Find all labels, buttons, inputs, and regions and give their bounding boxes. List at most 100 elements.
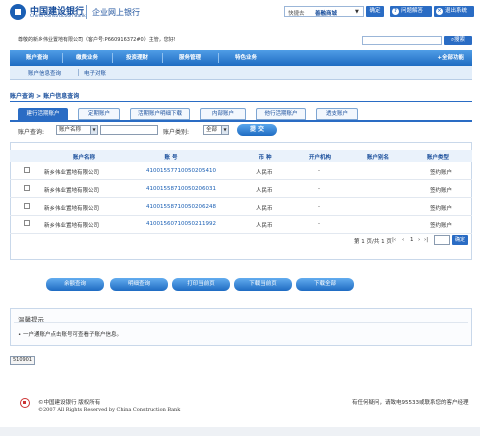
header: 中国建设银行 China Construction Bank 企业网上银行 快捷… [0,0,480,24]
tips-divider [14,322,468,323]
search-button[interactable]: ⌕搜索 [444,36,472,45]
help-icon: ? [392,8,399,15]
faq-button[interactable]: ? 问题解答 [390,6,432,17]
chevron-down-icon: ▼ [90,126,97,134]
row-branch: - [318,221,320,227]
logout-button[interactable]: × 退出系统 [434,6,474,17]
nav-divider [162,53,163,63]
chevron-down-icon: ▼ [221,126,228,134]
row-branch: - [318,168,320,174]
print-page-button[interactable]: 打印当前页 [172,278,230,291]
tab-current-detail-download[interactable]: 活期账户明细下载 [130,108,190,120]
logout-label: 退出系统 [445,8,468,14]
logout-icon: × [436,8,443,15]
row-account-name: 新乡伟业置地有限公司 [44,188,100,194]
pager-first[interactable]: |‹ [392,237,396,243]
pager-prev[interactable]: ‹ [402,237,404,243]
bank-name-en: China Construction Bank [30,14,86,19]
row-currency: 人民币 [256,223,273,229]
row-branch: - [318,186,320,192]
row-checkbox[interactable] [24,203,30,209]
breadcrumb-divider [10,101,472,102]
nav-item-service[interactable]: 服务管理 [166,50,214,66]
row-account-name: 新乡伟业置地有限公司 [44,206,100,212]
row-currency: 人民币 [256,188,273,194]
download-all-button[interactable]: 下载全部 [296,278,354,291]
ccb-footer-logo-icon [20,398,30,408]
page-code: 510901 [10,356,35,365]
detail-query-button[interactable]: 明细查询 [110,278,168,291]
subnav-item-account-info[interactable]: 账户信息查询 [28,69,61,77]
footer-contact: 有任何疑问，请致电95533或联系您的客户经理 [352,400,469,406]
row-type: 签约账户 [430,223,453,229]
col-header-account-name: 账户名称 [72,155,95,161]
breadcrumb: 账户查询 > 账户信息查询 [10,93,80,100]
pager-next[interactable]: › [418,237,420,243]
row-type: 签约账户 [430,206,453,212]
submit-button[interactable]: 提 交 [237,124,277,136]
page-number-input[interactable] [434,235,450,245]
nav-item-special[interactable]: 特色业务 [222,50,270,66]
sub-nav: 账户信息查询 电子对账 [10,66,472,80]
row-branch: - [318,204,320,210]
pager-last[interactable]: ›| [424,237,428,243]
account-type-select[interactable]: 全部 ▼ [203,125,229,135]
tab-internal[interactable]: 内部账户 [200,108,246,120]
shortcut-ok-button[interactable]: 确定 [366,6,384,17]
account-type-value: 全部 [206,127,218,133]
row-account-no-link[interactable]: 41001557710050205410 [146,168,216,174]
row-account-name: 新乡伟业置地有限公司 [44,170,100,176]
query-input[interactable] [100,125,158,135]
search-label: 搜索 [454,37,466,43]
col-header-currency: 币 种 [258,155,272,161]
tab-other-bank-current[interactable]: 他行活期账户 [256,108,306,120]
main-nav: 账户查询 缴费业务 投资理财 服务管理 特色业务 +全部功能 [10,50,472,66]
row-checkbox[interactable] [24,167,30,173]
welcome-text: 尊敬的新乡伟业置地有限公司（客户号:P660916372#0）主管，您好! [18,37,176,43]
col-header-alias: 账户别名 [366,155,389,161]
page-go-button[interactable]: 确定 [452,235,468,245]
row-type: 签约账户 [430,170,453,176]
query-label: 账户查询: [18,129,45,136]
query-type-value: 账户名称 [59,127,82,133]
pager-info: 第 1 页/共 1 页 [354,239,392,245]
download-page-button[interactable]: 下载当前页 [234,278,292,291]
balance-query-button[interactable]: 余额查询 [46,278,104,291]
all-functions-label: 全部功能 [441,55,464,61]
subnav-item-e-reconcile[interactable]: 电子对账 [84,69,106,77]
tab-ccb-current[interactable]: 建行活期账户 [18,108,68,120]
nav-divider [218,53,219,63]
shortcut-label: 快捷去 [288,11,305,17]
row-account-no-link[interactable]: 41001558710050206248 [146,204,216,210]
nav-item-payment[interactable]: 缴费业务 [66,50,108,66]
logo-divider [86,5,87,19]
tab-fixed[interactable]: 定期账户 [78,108,120,120]
footer-copyright: ©2007 All Rights Reserved by China Const… [38,407,181,413]
faq-label: 问题解答 [401,8,424,14]
row-type: 签约账户 [430,188,453,194]
pager-current: 1 [410,237,414,243]
shortcut-select[interactable]: 快捷去 善融商城 ▼ [284,6,364,17]
nav-item-investment[interactable]: 投资理财 [116,50,158,66]
tips-panel [10,308,472,346]
query-type-select[interactable]: 账户名称 ▼ [56,125,98,135]
product-name: 企业网上银行 [92,8,140,17]
row-checkbox[interactable] [24,220,30,226]
chevron-down-icon: ▼ [355,9,359,15]
nav-item-account-query[interactable]: 账户查询 [16,50,58,66]
search-input[interactable] [362,36,442,45]
row-account-no-link[interactable]: 41001560710050211992 [146,221,216,227]
subnav-divider [78,69,79,76]
col-header-branch: 开户机构 [308,155,331,161]
tab-overdraft[interactable]: 透支账户 [316,108,358,120]
col-header-type: 账户类型 [426,155,449,161]
row-account-no-link[interactable]: 41001558710050206031 [146,186,216,192]
account-type-label: 账户类别: [163,129,190,136]
row-checkbox[interactable] [24,185,30,191]
row-account-name: 新乡伟业置地有限公司 [44,223,100,229]
all-functions-button[interactable]: +全部功能 [437,50,464,66]
col-header-account-no: 账 号 [164,155,178,161]
nav-divider [112,53,113,63]
footer-bank: ©中国建设银行 版权所有 [38,400,101,406]
tabs-underline [10,120,472,122]
